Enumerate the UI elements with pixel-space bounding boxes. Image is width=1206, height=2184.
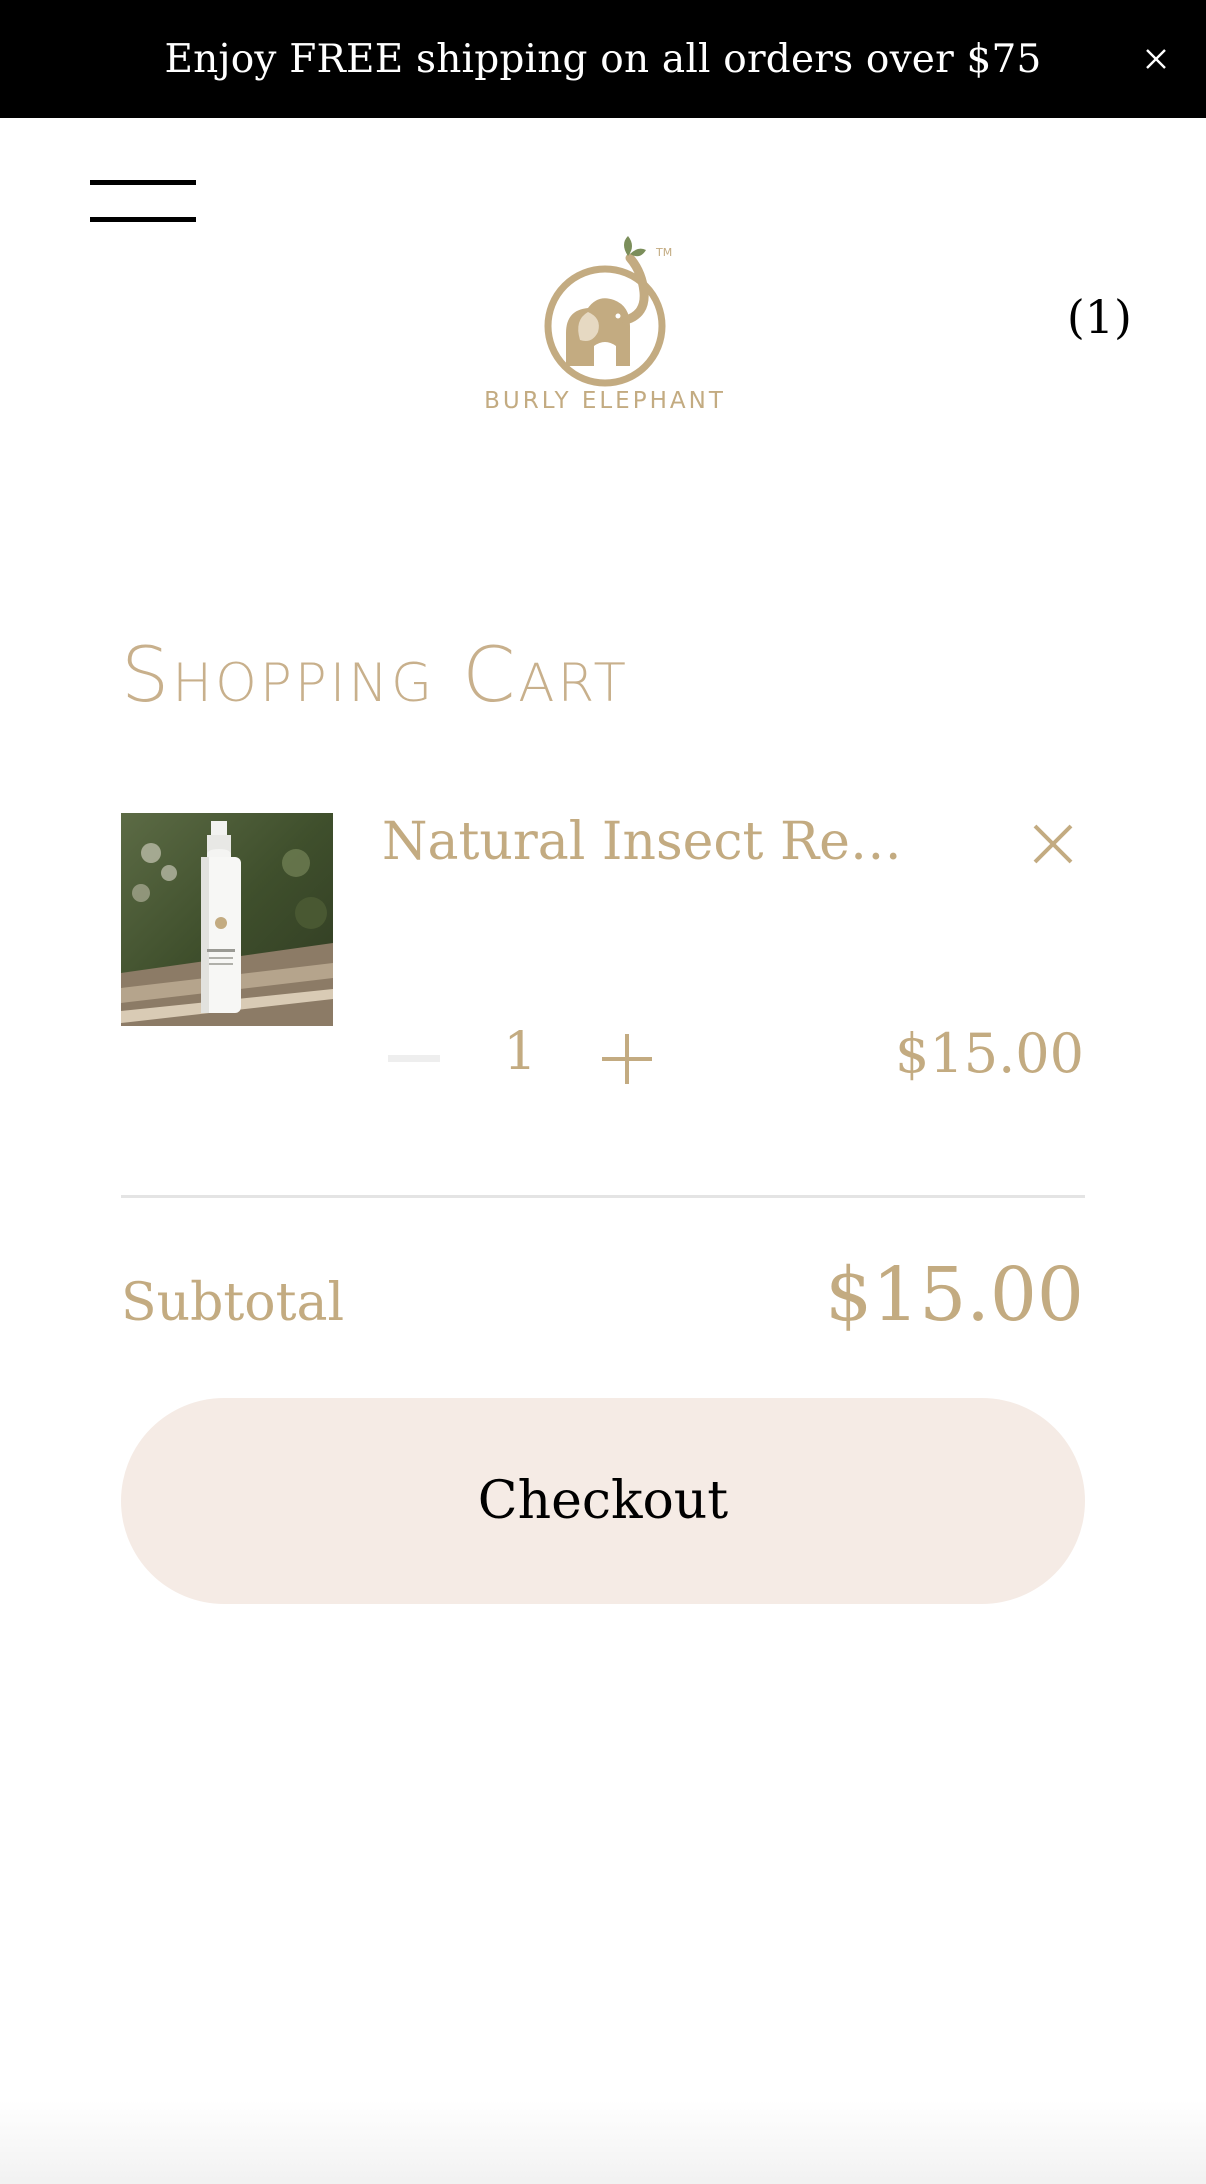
close-icon xyxy=(1033,824,1073,864)
subtotal-label: Subtotal xyxy=(121,1273,345,1333)
announcement-bar: Enjoy FREE shipping on all orders over $… xyxy=(0,0,1206,118)
checkout-button[interactable]: Checkout xyxy=(121,1398,1085,1604)
product-photo xyxy=(121,813,333,1026)
minus-icon xyxy=(388,1055,440,1062)
quantity-increase-button[interactable] xyxy=(600,1032,654,1086)
subtotal-value: $15.00 xyxy=(825,1252,1084,1338)
divider xyxy=(121,1195,1085,1198)
cart-page: Enjoy FREE shipping on all orders over $… xyxy=(0,0,1206,2184)
hamburger-menu-icon xyxy=(90,180,196,185)
menu-button[interactable] xyxy=(90,180,196,222)
product-image[interactable] xyxy=(121,813,333,1026)
cart-count-link[interactable]: (1) xyxy=(1067,290,1132,344)
remove-item-button[interactable] xyxy=(1029,820,1077,868)
plus-icon xyxy=(602,1034,652,1084)
page-title: Shopping Cart xyxy=(121,630,629,719)
logo-text: BURLY ELEPHANT xyxy=(484,388,726,414)
quantity-value: 1 xyxy=(503,1022,537,1082)
announcement-text: Enjoy FREE shipping on all orders over $… xyxy=(164,36,1042,82)
quantity-decrease-button[interactable] xyxy=(388,1040,440,1080)
logo-trademark: TM xyxy=(655,246,672,259)
elephant-logo-icon: TM xyxy=(544,236,672,387)
bottom-fade xyxy=(0,2100,1206,2184)
product-name[interactable]: Natural Insect Repel... xyxy=(382,812,922,872)
announcement-close-button[interactable] xyxy=(1136,39,1176,79)
close-icon xyxy=(1146,49,1166,69)
item-price: $15.00 xyxy=(895,1022,1084,1085)
logo[interactable]: TM BURLY ELEPHANT xyxy=(470,228,740,418)
